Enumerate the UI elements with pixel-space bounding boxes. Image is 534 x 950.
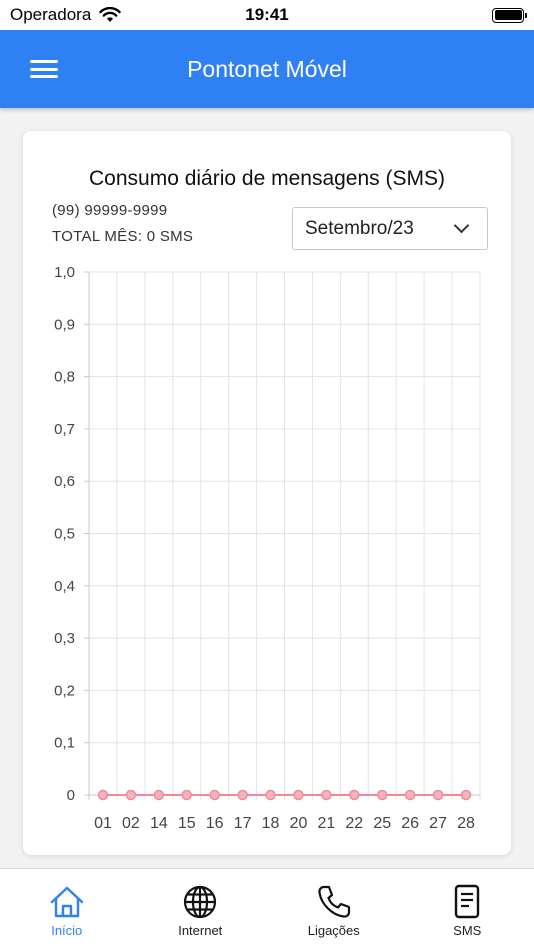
nav-label-inicio: Início (51, 923, 83, 938)
status-bar: Operadora 19:41 (0, 0, 534, 30)
month-select[interactable]: Setembro/23 (292, 207, 488, 250)
phone-icon (318, 885, 350, 918)
phone-number: (99) 99999-9999 (52, 202, 168, 219)
nav-label-internet: Internet (178, 923, 223, 938)
nav-item-inicio[interactable]: Início (0, 869, 134, 950)
app-bar: Pontonet Móvel (0, 30, 534, 108)
bottom-nav: Início Internet Ligações SMS (0, 868, 534, 950)
sms-usage-card: Consumo diário de mensagens (SMS) (99) 9… (23, 131, 511, 855)
nav-item-sms[interactable]: SMS (401, 869, 534, 950)
home-icon (50, 886, 83, 918)
carrier-name: Operadora (10, 5, 92, 24)
card-title: Consumo diário de mensagens (SMS) (89, 167, 445, 190)
battery-icon (492, 7, 527, 23)
app-title: Pontonet Móvel (187, 55, 347, 82)
globe-icon (184, 885, 217, 919)
chevron-down-icon (453, 217, 470, 234)
nav-label-ligacoes: Ligações (307, 923, 360, 938)
document-icon (455, 884, 480, 919)
nav-item-ligacoes[interactable]: Ligações (267, 869, 401, 950)
nav-label-sms: SMS (453, 923, 482, 938)
wifi-icon (99, 7, 121, 22)
status-left: Operadora (10, 5, 121, 25)
total-month: TOTAL MÊS: 0 SMS (52, 228, 194, 245)
month-select-value: Setembro/23 (305, 217, 414, 239)
nav-item-internet[interactable]: Internet (134, 869, 268, 950)
